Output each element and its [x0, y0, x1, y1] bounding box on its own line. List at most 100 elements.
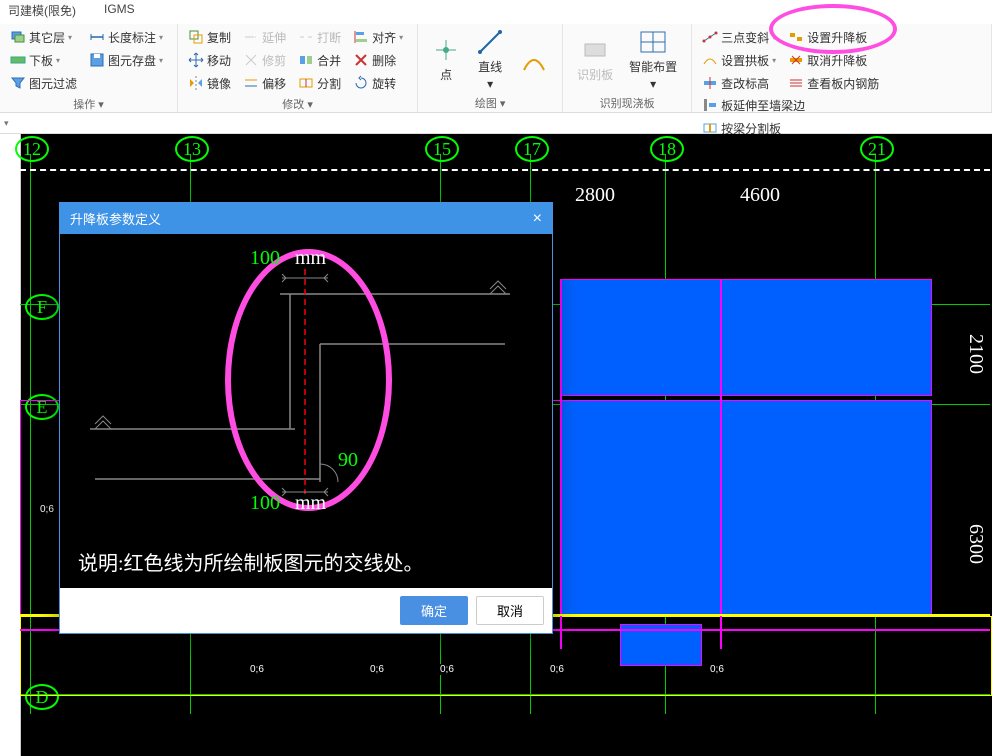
- dim-6300: 6300: [964, 524, 987, 564]
- align-button[interactable]: 对齐▾: [349, 26, 407, 48]
- lower-slab-button[interactable]: 下板▾: [6, 49, 81, 71]
- delete-button[interactable]: 删除: [349, 49, 407, 71]
- point-icon: [432, 36, 460, 64]
- rebar-icon: [788, 75, 804, 91]
- unit-bottom: mm: [295, 492, 326, 514]
- side-ruler: [0, 134, 21, 756]
- rotate-button[interactable]: 旋转: [349, 72, 407, 94]
- copy-other-layer-button[interactable]: 其它层▾: [6, 26, 81, 48]
- dialog-footer: 确定 取消: [60, 588, 552, 633]
- slab-tag-5: 0;6: [550, 664, 564, 675]
- filter-icon: [10, 75, 26, 91]
- smart-layout-button[interactable]: 智能布置▾: [621, 26, 685, 93]
- element-filter-button[interactable]: 图元过滤: [6, 72, 81, 94]
- delete-icon: [353, 52, 369, 68]
- dimension-icon: [89, 29, 105, 45]
- slope-icon: [702, 29, 718, 45]
- grid-bubble-13: 13: [175, 136, 209, 162]
- cancel-raise-lower-button[interactable]: 取消升降板: [784, 49, 883, 71]
- cancel-raise-icon: [788, 52, 804, 68]
- grid-bubble-18: 18: [650, 136, 684, 162]
- group-title-layer: 操作 ▾: [6, 96, 171, 112]
- unit-top: mm: [295, 247, 326, 269]
- set-arch-slab-button[interactable]: 设置拱板▾: [698, 49, 780, 71]
- dim-4600: 4600: [740, 184, 780, 207]
- mirror-icon: [188, 75, 204, 91]
- dialog-header[interactable]: 升降板参数定义 ×: [60, 203, 552, 234]
- copy-button[interactable]: 复制: [184, 26, 235, 48]
- grid-bubble-15: 15: [425, 136, 459, 162]
- cancel-button[interactable]: 取消: [476, 596, 544, 625]
- grid-bubble-17: 17: [515, 136, 549, 162]
- top-offset-val[interactable]: 100: [250, 247, 280, 269]
- trim-icon: [243, 52, 259, 68]
- element-save-button[interactable]: 图元存盘▾: [85, 49, 167, 71]
- align-icon: [353, 29, 369, 45]
- dialog-diagram: 100 mm 90 100 mm 说明:红色线为所绘制板图元的交线处。: [60, 234, 552, 588]
- mirror-button[interactable]: 镜像: [184, 72, 235, 94]
- slab-tag-6: 0;6: [710, 664, 724, 675]
- extend-icon: [243, 29, 259, 45]
- merge-icon: [298, 52, 314, 68]
- ribbon-group-draw: 点 直线▾ 绘图 ▾: [418, 24, 563, 112]
- extend-wall-icon: [702, 97, 718, 113]
- extend-button[interactable]: 延伸: [239, 26, 290, 48]
- bottom-offset-val[interactable]: 100: [250, 492, 280, 514]
- check-elevation-button[interactable]: 查改标高: [698, 72, 780, 94]
- arch-icon: [702, 52, 718, 68]
- group-title-modify: 修改 ▾: [184, 96, 411, 112]
- slab-tag-4: 0;6: [440, 664, 454, 675]
- set-raise-lower-slab-button[interactable]: 设置升降板: [784, 26, 883, 48]
- rotate-icon: [353, 75, 369, 91]
- group-title-recognize: 识别现浇板: [569, 95, 685, 111]
- merge-button[interactable]: 合并: [294, 49, 345, 71]
- raise-lower-icon: [788, 29, 804, 45]
- app-subtitle: IGMS: [104, 2, 135, 22]
- grid-bubble-f: F: [25, 294, 59, 320]
- dim-2800: 2800: [575, 184, 615, 207]
- dialog-description: 说明:红色线为所绘制板图元的交线处。: [78, 547, 424, 576]
- move-button[interactable]: 移动: [184, 49, 235, 71]
- slab-icon: [10, 52, 26, 68]
- length-dim-button[interactable]: 长度标注▾: [85, 26, 167, 48]
- offset-button[interactable]: 偏移: [239, 72, 290, 94]
- recognize-slab-button[interactable]: 识别板: [569, 26, 621, 93]
- save-icon: [89, 52, 105, 68]
- grid-bubble-12: 12: [15, 136, 49, 162]
- ribbon-group-layer: 其它层▾ 下板▾ 图元过滤 长度标注▾ 图元存盘▾ 操作 ▾: [0, 24, 178, 112]
- move-icon: [188, 52, 204, 68]
- dialog-close-button[interactable]: ×: [533, 212, 542, 226]
- dialog-title: 升降板参数定义: [70, 209, 161, 228]
- raise-lower-param-dialog: 升降板参数定义 ×: [59, 202, 553, 634]
- arc-button[interactable]: [512, 26, 556, 93]
- recognize-slab-icon: [581, 36, 609, 64]
- ribbon-group-modify: 复制 移动 镜像 延伸 修剪 偏移 打断 合并 分割 对齐▾ 删除 旋转 修改 …: [178, 24, 418, 112]
- ok-button[interactable]: 确定: [400, 596, 468, 625]
- offset-icon: [243, 75, 259, 91]
- dim-2100: 2100: [964, 334, 987, 374]
- layers-icon: [10, 29, 26, 45]
- split-button[interactable]: 分割: [294, 72, 345, 94]
- elevation-icon: [702, 75, 718, 91]
- split-icon: [298, 75, 314, 91]
- point-button[interactable]: 点: [424, 26, 468, 93]
- grid-bubble-21: 21: [860, 136, 894, 162]
- app-title: 司建模(限免): [8, 2, 76, 22]
- ribbon: 其它层▾ 下板▾ 图元过滤 长度标注▾ 图元存盘▾ 操作 ▾ 复制 移动 镜像 …: [0, 24, 992, 113]
- slab-tag-1: 0;6: [40, 504, 54, 515]
- break-icon: [298, 29, 314, 45]
- copy-icon: [188, 29, 204, 45]
- angle-val[interactable]: 90: [338, 449, 358, 472]
- line-icon: [476, 28, 504, 56]
- three-point-slope-button[interactable]: 三点变斜▾: [698, 26, 780, 48]
- ribbon-group-slab-edit: 三点变斜▾ 设置拱板▾ 查改标高 设置升降板 取消升降板 查看板内钢筋 板延伸至…: [692, 24, 992, 112]
- arc-icon: [520, 46, 548, 74]
- trim-button[interactable]: 修剪: [239, 49, 290, 71]
- drawing-canvas[interactable]: 12 13 15 17 18 21 F E D 2800 4600 2100 6…: [0, 134, 992, 756]
- break-button[interactable]: 打断: [294, 26, 345, 48]
- extend-to-wall-button[interactable]: 板延伸至墙梁边: [698, 94, 809, 116]
- slab-tag-3: 0;6: [370, 664, 384, 675]
- line-button[interactable]: 直线▾: [468, 26, 512, 93]
- smart-icon: [639, 28, 667, 56]
- view-rebar-button[interactable]: 查看板内钢筋: [784, 72, 883, 94]
